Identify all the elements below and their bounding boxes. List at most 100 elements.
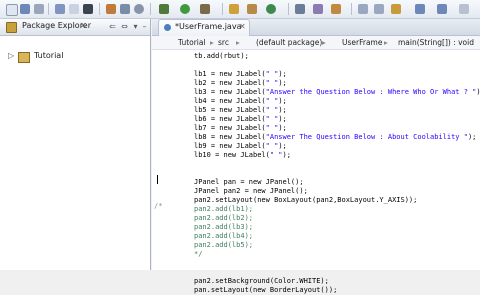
new-class-icon[interactable] <box>266 4 276 14</box>
open-type-icon[interactable] <box>295 4 305 14</box>
code-token: ); <box>278 97 287 105</box>
breadcrumb-class[interactable]: UserFrame <box>342 38 382 47</box>
code-line[interactable]: */ <box>194 250 202 259</box>
editor-tabbar: *UserFrame.java ✕ <box>152 19 480 36</box>
code-line[interactable]: lb8 = new JLabel("Answer The Question Be… <box>194 133 476 142</box>
code-line[interactable]: lb1 = new JLabel(" "); <box>194 70 287 79</box>
code-token: ); <box>467 133 477 141</box>
breadcrumb-project[interactable]: Tutorial <box>178 38 206 47</box>
last-edit-icon[interactable] <box>391 4 401 14</box>
code-line[interactable]: tb.add(rbut); <box>194 52 249 61</box>
breadcrumb-package[interactable]: (default package) <box>256 38 322 47</box>
string-literal: " " <box>269 151 283 159</box>
text-caret <box>157 175 158 184</box>
chevron-right-icon: ▸ <box>384 38 388 47</box>
code-line[interactable]: pan2.add(lb2); <box>194 214 253 223</box>
print-icon[interactable] <box>34 4 44 14</box>
toolbar-separator <box>351 3 352 15</box>
code-token: ); <box>476 88 480 96</box>
view-menu-icon[interactable]: ▾ <box>131 22 140 31</box>
code-token: ); <box>278 106 287 114</box>
annotation-prev-icon[interactable] <box>374 4 384 14</box>
tab-userframe[interactable]: *UserFrame.java ✕ <box>158 19 250 36</box>
copy-icon[interactable] <box>120 4 130 14</box>
toolbar-separator <box>99 3 100 15</box>
code-line[interactable]: lb3 = new JLabel("Answer the Question Be… <box>194 88 480 97</box>
code-line[interactable]: lb9 = new JLabel(" "); <box>194 142 287 151</box>
code-line[interactable]: pan2.add(lb5); <box>194 241 253 250</box>
edit-icon[interactable] <box>106 4 116 14</box>
perspective-icon[interactable] <box>459 4 469 14</box>
code-line[interactable]: lb4 = new JLabel(" "); <box>194 97 287 106</box>
string-literal: " " <box>265 70 279 78</box>
package-explorer-panel: Package Explorer ✕ ⇐ ⇔ ▾ – ▷ Tutorial <box>0 19 151 270</box>
breadcrumb-method[interactable]: main(String[]) : void <box>398 38 474 47</box>
close-icon[interactable]: ✕ <box>80 21 87 30</box>
code-area[interactable]: tb.add(rbut); lb1 = new JLabel(" "); lb2 =… <box>174 50 480 294</box>
code-token: lb3 = new JLabel( <box>194 88 266 96</box>
code-token: ); <box>278 70 287 78</box>
code-line[interactable]: lb7 = new JLabel(" "); <box>194 124 287 133</box>
code-line[interactable]: lb10 = new JLabel(" "); <box>194 151 291 160</box>
string-literal: " " <box>265 97 279 105</box>
terminal-icon[interactable] <box>83 4 93 14</box>
toolbar-separator <box>222 3 223 15</box>
code-editor: *UserFrame.java ✕ Tutorial ▸ src ▸ (defa… <box>152 19 480 294</box>
breadcrumb-src[interactable]: src <box>218 38 229 47</box>
new-java-project-icon[interactable] <box>229 4 239 14</box>
toolbar-separator <box>288 3 289 15</box>
comment-fold-marker: /* <box>154 202 163 210</box>
code-line[interactable]: pan2.add(lb1); <box>194 205 253 214</box>
tree-icon[interactable] <box>69 4 79 14</box>
back-icon[interactable] <box>415 4 425 14</box>
string-literal: " " <box>265 142 279 150</box>
chevron-right-icon: ▸ <box>322 38 326 47</box>
code-token: lb10 = new JLabel( <box>194 151 270 159</box>
open-task-icon[interactable] <box>313 4 323 14</box>
code-line[interactable]: lb2 = new JLabel(" "); <box>194 79 287 88</box>
minimize-icon[interactable]: – <box>140 22 149 31</box>
link-editor-icon[interactable]: ⇔ <box>120 22 129 31</box>
tree-item-label: Tutorial <box>34 51 64 60</box>
package-icon <box>6 22 17 33</box>
code-token: lb5 = new JLabel( <box>194 106 266 114</box>
external-tools-icon[interactable] <box>200 4 210 14</box>
string-literal: "Answer The Question Below : About Coola… <box>265 133 468 141</box>
new-file-icon[interactable] <box>6 4 18 16</box>
package-explorer-tab[interactable]: Package Explorer ✕ ⇐ ⇔ ▾ – <box>0 19 150 36</box>
close-icon[interactable]: ✕ <box>239 22 246 31</box>
save-icon[interactable] <box>20 4 30 14</box>
string-literal: "Answer the Question Below : Where Who O… <box>265 88 477 96</box>
search-icon[interactable] <box>134 4 144 14</box>
code-line[interactable]: pan2.setLayout(new BoxLayout(pan2,BoxLay… <box>194 196 417 205</box>
save-all-icon[interactable] <box>55 4 65 14</box>
collapse-all-icon[interactable]: ⇐ <box>108 22 117 31</box>
breadcrumb: Tutorial ▸ src ▸ (default package) ▸ Use… <box>152 36 480 50</box>
new-package-icon[interactable] <box>247 4 257 14</box>
run-icon[interactable] <box>180 4 190 14</box>
string-literal: " " <box>265 79 279 87</box>
code-line[interactable]: lb5 = new JLabel(" "); <box>194 106 287 115</box>
forward-icon[interactable] <box>437 4 447 14</box>
code-line[interactable]: pan2.setBackground(Color.WHITE); <box>194 277 329 286</box>
code-line[interactable]: JPanel pan = new JPanel(); <box>194 178 304 187</box>
code-token: lb7 = new JLabel( <box>194 124 266 132</box>
search-tool-icon[interactable] <box>331 4 341 14</box>
code-token: lb6 = new JLabel( <box>194 115 266 123</box>
toolbar-separator <box>48 3 49 15</box>
expand-arrow-icon[interactable]: ▷ <box>8 51 14 60</box>
code-line[interactable]: pan2.add(lb4); <box>194 232 253 241</box>
project-folder-icon <box>18 52 30 63</box>
code-line[interactable]: pan2.add(lb3); <box>194 223 253 232</box>
debug-icon[interactable] <box>159 4 169 14</box>
code-line[interactable]: pan.setLayout(new BorderLayout()); <box>194 286 337 295</box>
annotation-next-icon[interactable] <box>358 4 368 14</box>
code-token: lb2 = new JLabel( <box>194 79 266 87</box>
chevron-right-icon: ▸ <box>210 38 214 47</box>
main-toolbar <box>0 0 480 19</box>
code-token: lb4 = new JLabel( <box>194 97 266 105</box>
code-token: ); <box>278 79 287 87</box>
code-line[interactable]: lb6 = new JLabel(" "); <box>194 115 287 124</box>
string-literal: " " <box>265 106 279 114</box>
code-line[interactable]: JPanel pan2 = new JPanel(); <box>194 187 308 196</box>
